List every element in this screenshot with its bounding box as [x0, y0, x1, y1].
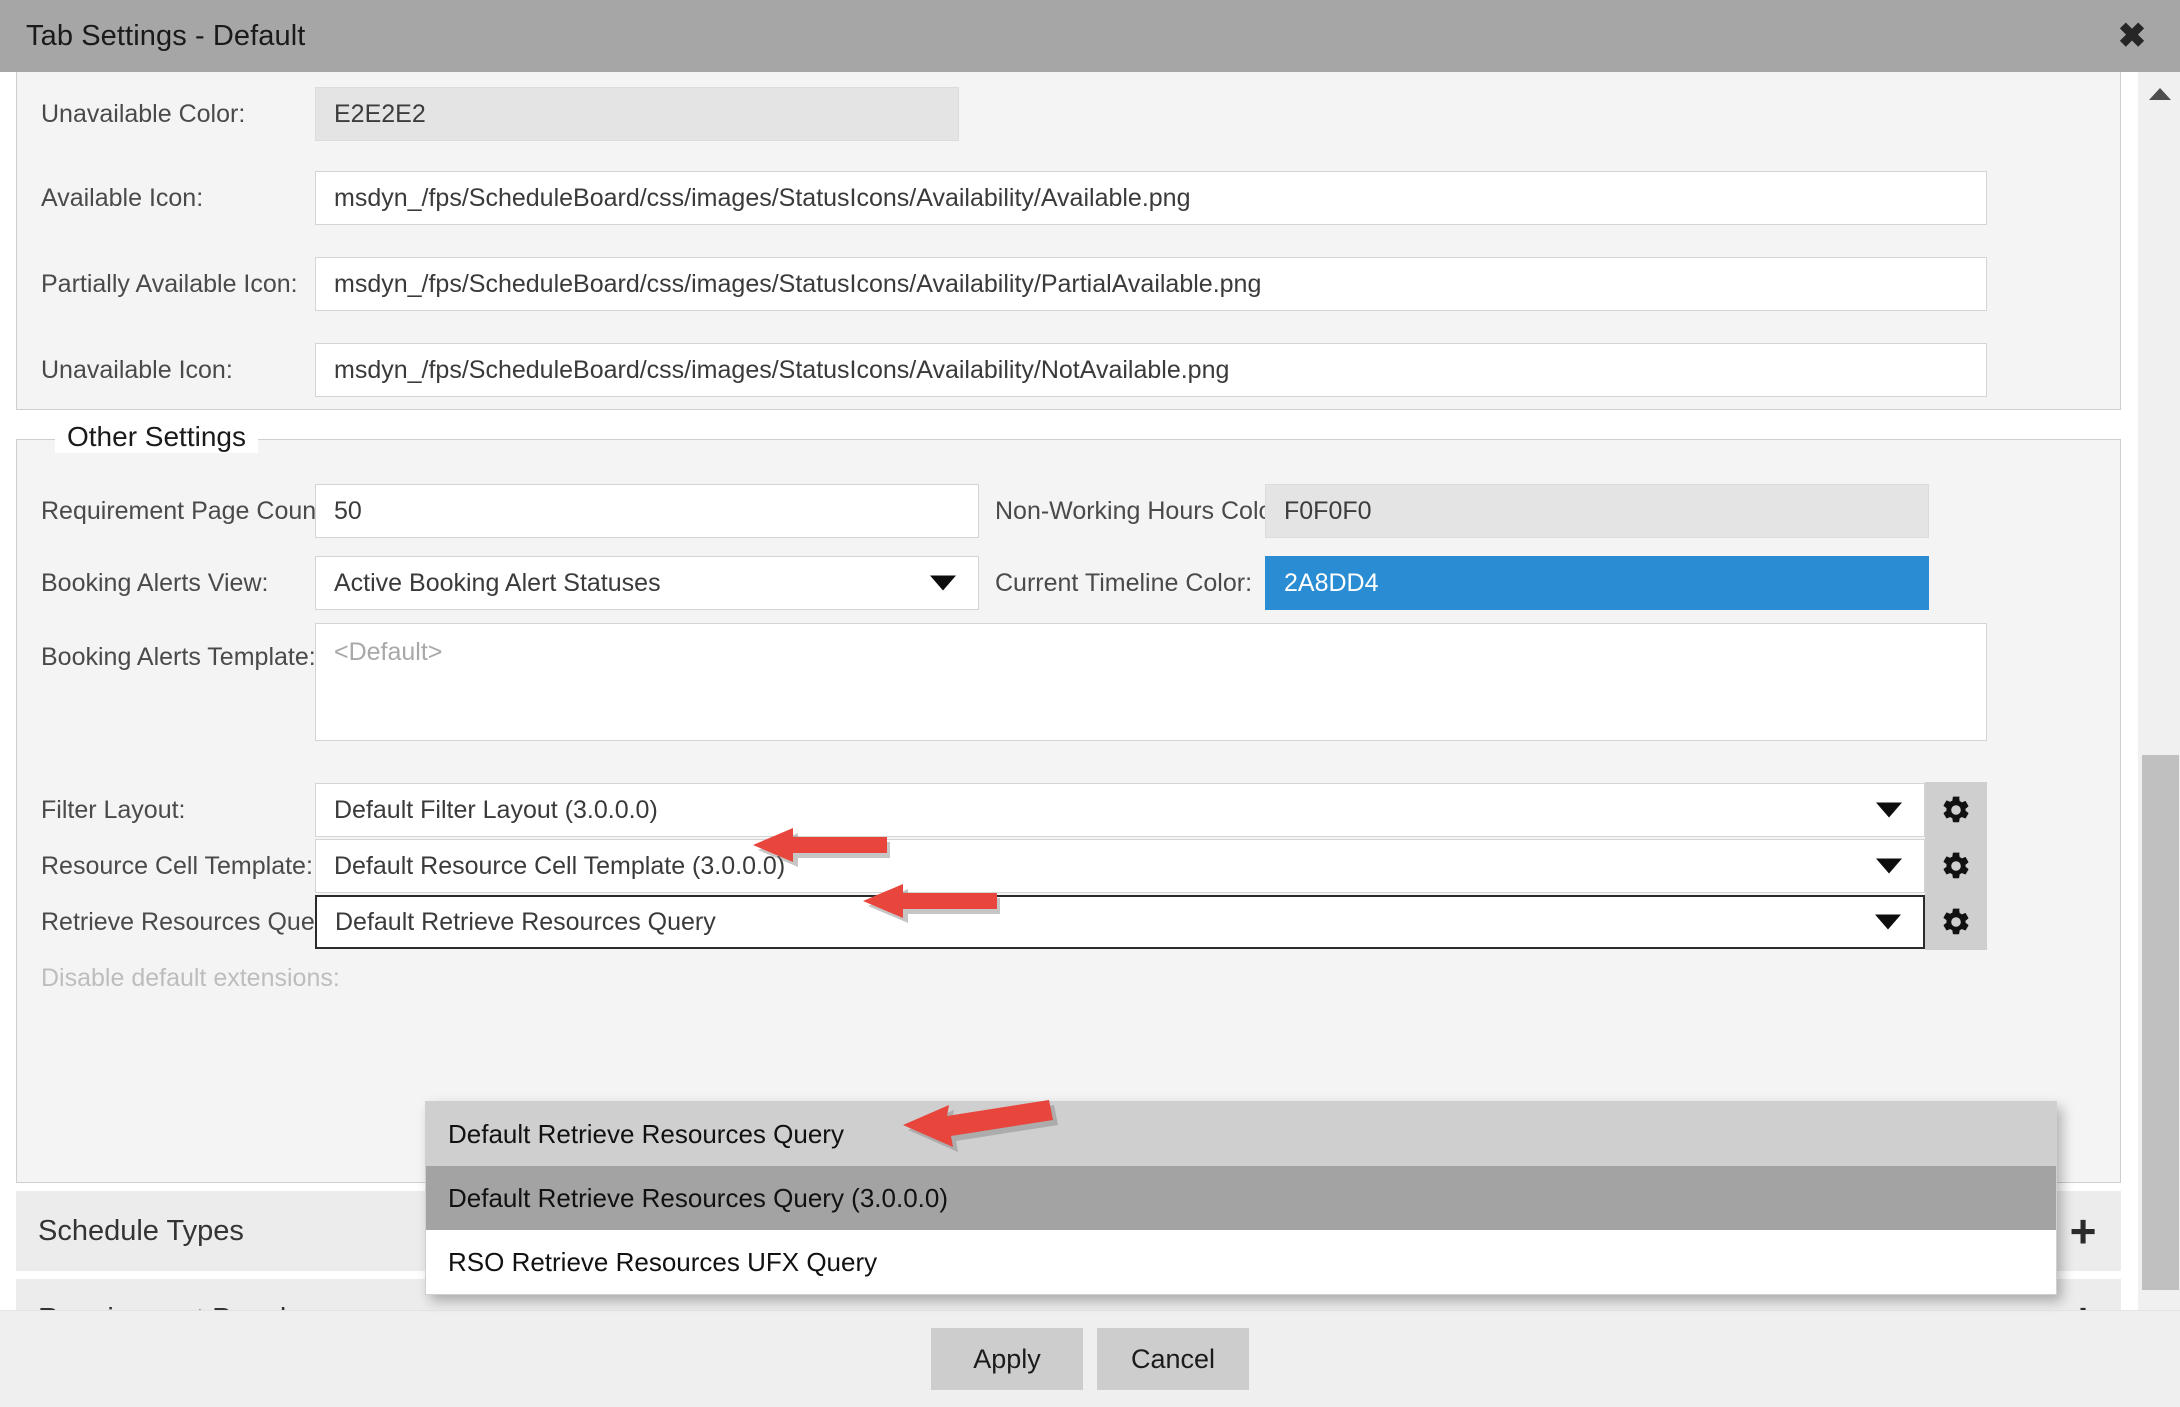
- booking-alerts-view-value: Active Booking Alert Statuses: [334, 568, 661, 597]
- available-icon-label: Available Icon:: [41, 183, 204, 212]
- row-disable-default-extensions: Disable default extensions:: [17, 938, 2120, 1018]
- apply-button[interactable]: Apply: [931, 1328, 1083, 1390]
- dropdown-option[interactable]: Default Retrieve Resources Query: [426, 1102, 2056, 1166]
- row-partially-available-icon: Partially Available Icon: msdyn_/fps/Sch…: [17, 242, 2120, 326]
- resource-cell-template-value: Default Resource Cell Template (3.0.0.0): [334, 851, 786, 880]
- disable-default-extensions-label: Disable default extensions:: [41, 963, 340, 992]
- non-working-hours-color-label: Non-Working Hours Color:: [995, 496, 1288, 525]
- other-settings-legend: Other Settings: [55, 421, 258, 453]
- retrieve-resources-query-value: Default Retrieve Resources Query: [335, 907, 716, 936]
- cancel-button[interactable]: Cancel: [1097, 1328, 1249, 1390]
- booking-alerts-view-label: Booking Alerts View:: [41, 568, 269, 597]
- tab-settings-dialog: Tab Settings - Default ✖ Unavailable Col…: [0, 0, 2180, 1407]
- other-settings-group: Other Settings Requirement Page Count: 5…: [16, 421, 2121, 1183]
- booking-alerts-view-select[interactable]: Active Booking Alert Statuses: [315, 556, 979, 610]
- unavailable-icon-input[interactable]: msdyn_/fps/ScheduleBoard/css/images/Stat…: [315, 343, 1987, 397]
- chevron-down-icon: [930, 575, 956, 591]
- dialog-body: Unavailable Color: E2E2E2 Available Icon…: [0, 72, 2180, 1337]
- filter-layout-label: Filter Layout:: [41, 795, 186, 824]
- chevron-down-icon: [1875, 914, 1901, 930]
- non-working-hours-color-value: F0F0F0: [1265, 484, 1929, 538]
- booking-alerts-template-label: Booking Alerts Template:: [41, 643, 316, 671]
- unavailable-icon-label: Unavailable Icon:: [41, 355, 233, 384]
- row-available-icon: Available Icon: msdyn_/fps/ScheduleBoard…: [17, 156, 2120, 240]
- filter-layout-value: Default Filter Layout (3.0.0.0): [334, 795, 658, 824]
- retrieve-resources-query-dropdown[interactable]: Default Retrieve Resources Query Default…: [425, 1101, 2057, 1295]
- vertical-scrollbar[interactable]: [2137, 72, 2180, 1337]
- row-booking-alerts-view: Booking Alerts View: Active Booking Aler…: [17, 547, 2120, 619]
- chevron-down-icon: [1876, 858, 1902, 874]
- available-icon-input[interactable]: msdyn_/fps/ScheduleBoard/css/images/Stat…: [315, 171, 1987, 225]
- row-booking-alerts-template: Booking Alerts Template: <Default>: [17, 619, 2120, 767]
- unavailable-color-value: E2E2E2: [315, 87, 959, 141]
- unavailable-color-label: Unavailable Color:: [41, 99, 246, 128]
- requirement-page-count-input[interactable]: 50: [315, 484, 979, 538]
- partially-available-icon-input[interactable]: msdyn_/fps/ScheduleBoard/css/images/Stat…: [315, 257, 1987, 311]
- current-timeline-color-label: Current Timeline Color:: [995, 568, 1253, 597]
- close-icon[interactable]: ✖: [2110, 14, 2154, 58]
- scrollbar-thumb[interactable]: [2142, 755, 2179, 1290]
- booking-alerts-template-textarea[interactable]: <Default>: [315, 623, 1987, 741]
- row-unavailable-color: Unavailable Color: E2E2E2: [17, 72, 2120, 156]
- dialog-title: Tab Settings - Default: [26, 19, 306, 52]
- current-timeline-color-value[interactable]: 2A8DD4: [1265, 556, 1929, 610]
- dropdown-option[interactable]: RSO Retrieve Resources UFX Query: [426, 1230, 2056, 1294]
- dialog-titlebar: Tab Settings - Default ✖: [0, 0, 2180, 72]
- dropdown-option[interactable]: Default Retrieve Resources Query (3.0.0.…: [426, 1166, 2056, 1230]
- availability-settings-group: Unavailable Color: E2E2E2 Available Icon…: [16, 72, 2121, 410]
- requirement-page-count-label: Requirement Page Count:: [41, 496, 331, 525]
- retrieve-resources-query-label: Retrieve Resources Query:: [41, 907, 343, 936]
- chevron-up-icon[interactable]: [2138, 72, 2180, 115]
- row-unavailable-icon: Unavailable Icon: msdyn_/fps/ScheduleBoa…: [17, 328, 2120, 412]
- chevron-down-icon: [1876, 802, 1902, 818]
- accordion-schedule-types-label: Schedule Types: [38, 1214, 244, 1247]
- partially-available-icon-label: Partially Available Icon:: [41, 269, 298, 298]
- row-requirement-page-count: Requirement Page Count: 50 Non-Working H…: [17, 475, 2120, 547]
- dialog-footer: Apply Cancel: [0, 1310, 2180, 1407]
- resource-cell-template-label: Resource Cell Template:: [41, 851, 313, 880]
